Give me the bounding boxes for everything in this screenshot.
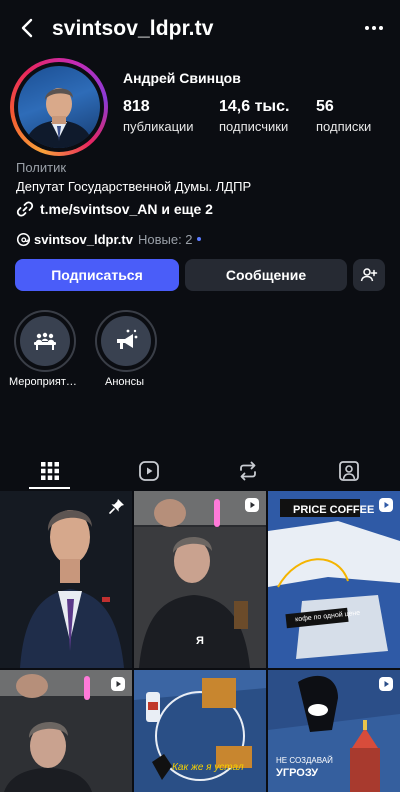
highlight-events-label: Мероприят…	[9, 376, 77, 388]
grid-post-6[interactable]: НЕ СОЗДАВАЙ УГРОЗУ	[268, 670, 400, 792]
threads-icon	[16, 232, 31, 246]
repost-icon[interactable]	[236, 459, 260, 483]
profile-bio: Депутат Государственной Думы. ЛДПР	[16, 179, 252, 194]
add-user-icon	[360, 268, 378, 282]
story-ring[interactable]	[10, 58, 108, 156]
reel-badge-icon	[245, 498, 259, 512]
stat-followers-label: подписчики	[219, 119, 289, 134]
link-icon	[16, 201, 34, 217]
top-bar: svintsov_ldpr.tv	[0, 0, 400, 58]
follow-button[interactable]: Подписаться	[15, 259, 179, 291]
stat-followers[interactable]: 14,6 тыс. подписчики	[219, 98, 289, 136]
highlight-announcements[interactable]	[95, 310, 159, 372]
grid-post-4[interactable]	[0, 670, 132, 792]
stat-posts-label: публикации	[123, 119, 194, 134]
stat-posts[interactable]: 818 публикации	[123, 98, 194, 136]
grid-post-2[interactable]: Я	[134, 491, 266, 668]
post-overlay-text: Я	[196, 635, 204, 647]
active-tab-indicator	[29, 487, 70, 489]
grid-icon[interactable]	[38, 459, 62, 483]
post-sticker-title: PRICE COFFEE	[293, 504, 375, 516]
table-event-icon	[34, 332, 56, 350]
threads-new-count: Новые: 2	[137, 231, 193, 247]
message-button[interactable]: Сообщение	[185, 259, 347, 291]
profile-tabs	[0, 451, 400, 491]
unread-dot	[196, 237, 201, 241]
stat-following-label: подписки	[316, 119, 372, 134]
reel-badge-icon	[111, 677, 125, 691]
profile-username: svintsov_ldpr.tv	[52, 17, 214, 40]
grid-post-5[interactable]: Как же я устал	[134, 670, 266, 792]
post-caption-line-2: УГРОЗУ	[276, 767, 319, 779]
grid-post-1[interactable]	[0, 491, 132, 668]
profile-full-name: Андрей Свинцов	[123, 70, 241, 86]
highlight-events[interactable]	[14, 310, 78, 372]
post-image	[134, 670, 266, 792]
more-horizontal-icon[interactable]	[360, 14, 388, 42]
chevron-left-icon[interactable]	[14, 14, 42, 42]
stat-following-count: 56	[316, 98, 334, 115]
reel-badge-icon	[379, 677, 393, 691]
grid-post-3[interactable]: PRICE COFFEE кофе по одной цене	[268, 491, 400, 668]
threads-badge[interactable]: svintsov_ldpr.tv Новые: 2	[16, 229, 201, 249]
post-caption: Как же я устал	[172, 762, 244, 773]
suggested-users-button[interactable]	[353, 259, 385, 291]
profile-category: Политик	[16, 160, 67, 175]
stat-posts-count: 818	[123, 98, 150, 115]
tagged-user-icon[interactable]	[337, 459, 361, 483]
post-grid: Я PRICE COFFEE кофе по одной цене Как же…	[0, 491, 400, 792]
stat-following[interactable]: 56 подписки	[316, 98, 371, 136]
pinned-icon	[109, 499, 124, 514]
reels-icon[interactable]	[137, 459, 161, 483]
threads-username: svintsov_ldpr.tv	[34, 231, 133, 247]
highlight-announcements-label: Анонсы	[105, 376, 145, 388]
profile-link-text[interactable]: t.me/svintsov_AN и еще 2	[40, 201, 213, 217]
avatar[interactable]	[18, 66, 100, 148]
megaphone-icon	[117, 329, 138, 349]
post-caption-line-1: НЕ СОЗДАВАЙ	[276, 756, 333, 765]
reel-badge-icon	[379, 498, 393, 512]
profile-link[interactable]: t.me/svintsov_AN и еще 2	[16, 199, 213, 219]
post-image	[0, 491, 132, 668]
stat-followers-count: 14,6 тыс.	[219, 98, 290, 115]
